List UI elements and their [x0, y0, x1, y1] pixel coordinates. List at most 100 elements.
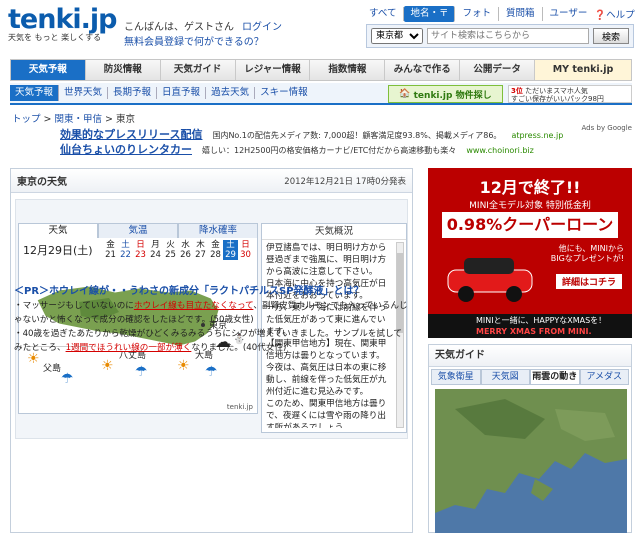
tab-temperature[interactable]: 気温 [98, 223, 178, 239]
day-weekday: 日 [136, 240, 145, 250]
radar-map[interactable] [435, 389, 627, 533]
scope-photo[interactable]: フォト [455, 7, 499, 21]
mini-ad-banner[interactable]: 12月で終了!! MINI全モデル対象 特別低金利 0.98%クーパーローン 他… [428, 168, 632, 338]
ad-item[interactable]: 効果的なプレスリリース配信 国内No.1の配信先メディア数: 7,000超！顧客… [60, 126, 632, 141]
day-weekday: 月 [151, 240, 160, 250]
subnav-longterm[interactable]: 長期予報 [108, 87, 158, 99]
car-image [447, 258, 533, 302]
crumb-kanto[interactable]: 関東・甲信 [55, 114, 103, 125]
main-nav: 天気予報 防災情報 天気ガイド レジャー情報 指数情報 みんなで作る 公開データ… [10, 59, 632, 81]
day-item[interactable]: 金 28 [208, 240, 223, 260]
help-icon: ❓ [594, 10, 607, 21]
site-header: tenki.jp 天気を もっと 楽しくする こんばんは、ゲストさん ログイン 無… [0, 0, 640, 58]
property-search-banner[interactable]: 🏠 tenki.jp 物件探し [388, 85, 503, 103]
subnav-daily[interactable]: 日直予報 [157, 87, 207, 99]
house-icon: 🏠 [399, 89, 411, 99]
map-tabs: 天気 気温 降水確率 [18, 223, 258, 239]
weather-guide-panel: 天気ガイド 気象衛星 天気図 雨雲の動き アメダス [428, 344, 632, 533]
day-number: 29 [225, 250, 236, 260]
umbrella-icon: ☂ [205, 364, 218, 380]
day-weekday: 土 [121, 240, 130, 250]
scope-user[interactable]: ユーザー [543, 7, 595, 21]
sun-icon: ☀ [101, 358, 114, 374]
issued-time: 2012年12月21日 17時0分発表 [284, 176, 406, 187]
day-number: 27 [195, 250, 206, 260]
ad-sub: MINI全モデル対象 特別低金利 [469, 201, 591, 211]
nav-index[interactable]: 指数情報 [310, 60, 386, 80]
day-item[interactable]: 土 22 [118, 240, 133, 260]
day-weekday: 日 [241, 240, 250, 250]
subnav-world[interactable]: 世界天気 [59, 87, 109, 99]
day-item[interactable]: 日 23 [133, 240, 148, 260]
crumb-top[interactable]: トップ [12, 114, 41, 125]
island-oshima: 大島 ☀ ☂ [177, 351, 218, 380]
day-item[interactable]: 水 26 [178, 240, 193, 260]
help-link[interactable]: ❓ヘルプ [594, 7, 634, 21]
pr-title[interactable]: ＜PR＞ホウレイ線が・・うわさの新成分「ラクトパチルスSP発酵液」とは？ [14, 282, 410, 297]
guide-title: 天気ガイド [429, 345, 631, 367]
login-link[interactable]: ログイン [242, 22, 282, 33]
site-logo[interactable]: tenki.jp 天気を もっと 楽しくする [8, 4, 117, 43]
nav-forecast[interactable]: 天気予報 [11, 60, 86, 80]
smartphone-app-banner[interactable]: 3位 ただいまスマホ人気 すごい保存がいいパック98円 [508, 85, 632, 103]
scope-place[interactable]: 地名・〒 [404, 6, 456, 22]
ad-desc: 嬉しい：12H2500円の格安価格カーナビ/ETC付だから高速移動も楽々 [202, 146, 457, 155]
breadcrumb: トップ > 関東・甲信 > 東京 [12, 114, 136, 125]
tab-satellite[interactable]: 気象衛星 [431, 369, 481, 385]
day-item[interactable]: 土 29 [223, 240, 238, 260]
ad-cta-button[interactable]: 詳細はコチラ [555, 274, 622, 289]
pr-body: ・マッサージもしていないのにホウレイ線も目立たなくなって、副腎皮質ホルモンでも入… [14, 301, 408, 353]
logo-text[interactable]: tenki.jp [8, 4, 117, 35]
tab-amedas[interactable]: アメダス [579, 369, 629, 385]
nav-guide[interactable]: 天気ガイド [161, 60, 236, 80]
day-weekday: 火 [166, 240, 175, 250]
map-credit: tenki.jp [226, 403, 253, 411]
pr-link-1[interactable]: ホウレイ線も目立たなくなって [134, 301, 253, 311]
day-number: 23 [135, 250, 146, 260]
day-number: 28 [210, 250, 221, 260]
register-info-link[interactable]: 無料会員登録で何ができるの？ [124, 37, 264, 48]
ads-by-label[interactable]: Ads by Google [582, 124, 632, 132]
ad-footer: MINIと一緒に、HAPPYなXMASを！ MERRY XMAS FROM MI… [428, 314, 632, 338]
subnav-ski[interactable]: スキー情報 [255, 87, 313, 99]
greeting-text: こんばんは、ゲストさん [124, 22, 234, 33]
tab-weather[interactable]: 天気 [18, 223, 98, 239]
subnav-forecast[interactable]: 天気予報 [10, 85, 60, 101]
nav-disaster[interactable]: 防災情報 [86, 60, 161, 80]
nav-community[interactable]: みんなで作る [385, 60, 461, 80]
tab-weather-chart[interactable]: 天気図 [480, 369, 530, 385]
day-number: 25 [165, 250, 176, 260]
day-item[interactable]: 金 21 [103, 240, 118, 260]
nav-my-tenki[interactable]: MY tenki.jp [535, 60, 632, 80]
day-item[interactable]: 木 27 [193, 240, 208, 260]
ad-desc: 国内No.1の配信先メディア数: 7,000超！顧客満足度93.8%、掲載メディ… [212, 131, 502, 140]
nav-opendata[interactable]: 公開データ [460, 60, 536, 80]
guide-tabs: 気象衛星 天気図 雨雲の動き アメダス [431, 369, 629, 385]
ad-title[interactable]: 効果的なプレスリリース配信 [60, 126, 202, 141]
pr-link-2[interactable]: 1週間でほうれい線の一部が薄く [66, 343, 192, 353]
search-input[interactable] [427, 28, 589, 44]
map-date: 12月29日(土) [23, 244, 93, 257]
scope-qa[interactable]: 質問箱 [499, 7, 543, 21]
panel-title: 東京の天気 [17, 177, 67, 188]
day-item[interactable]: 月 24 [148, 240, 163, 260]
search-button[interactable]: 検索 [592, 28, 629, 44]
logo-tagline: 天気を もっと 楽しくする [8, 33, 102, 42]
tab-rain-radar[interactable]: 雨雲の動き [530, 369, 580, 385]
ad-url[interactable]: atpress.ne.jp [511, 131, 563, 140]
overview-title: 天気概況 [262, 224, 406, 240]
crumb-current: 東京 [116, 114, 136, 125]
ad-url[interactable]: www.choinori.biz [466, 146, 534, 155]
ad-item[interactable]: 仙台ちょいのりレンタカー 嬉しい：12H2500円の格安価格カーナビ/ETC付だ… [60, 141, 632, 156]
scope-all[interactable]: すべて [362, 7, 405, 21]
sun-icon: ☀ [177, 358, 190, 374]
day-item[interactable]: 火 25 [163, 240, 178, 260]
day-number: 24 [150, 250, 161, 260]
day-item[interactable]: 日 30 [238, 240, 253, 260]
subnav-past[interactable]: 過去天気 [206, 87, 256, 99]
tab-precip[interactable]: 降水確率 [178, 223, 258, 239]
nav-leisure[interactable]: レジャー情報 [236, 60, 311, 80]
region-select[interactable]: 東京都 [371, 28, 423, 44]
ad-title[interactable]: 仙台ちょいのりレンタカー [60, 141, 192, 156]
day-weekday: 金 [106, 240, 115, 250]
